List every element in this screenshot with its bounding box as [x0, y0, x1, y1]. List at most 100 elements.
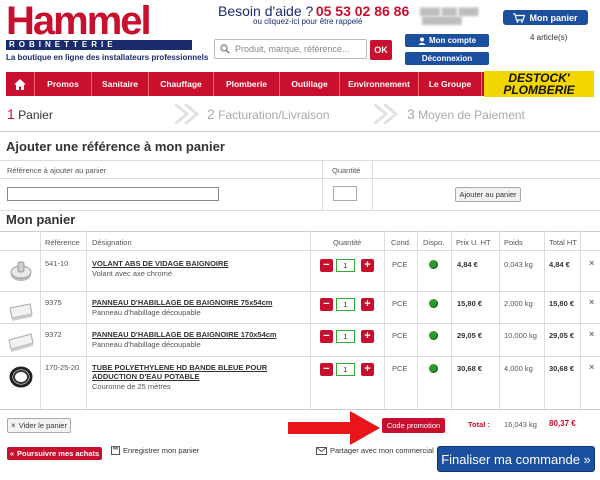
delete-item-icon[interactable]: ×	[589, 297, 594, 307]
account-button[interactable]: Mon compte	[405, 34, 489, 47]
qty-input[interactable]: 1	[336, 363, 355, 376]
divider	[0, 160, 600, 161]
save-icon	[111, 446, 120, 455]
step-billing: 2 Facturation/Livraison	[207, 106, 330, 122]
product-total: 29,05 €	[549, 331, 575, 340]
nav-item-environnement[interactable]: Environnement	[340, 72, 419, 96]
product-desc: Volant avec axe chromé	[92, 269, 173, 278]
save-cart-label: Enregistrer mon panier	[123, 446, 200, 455]
search-box[interactable]	[214, 39, 367, 59]
cart-button-label: Mon panier	[529, 12, 578, 23]
cart-icon	[513, 12, 526, 23]
step-separator-icon	[175, 104, 200, 124]
divider	[0, 231, 600, 232]
step-cart: 1 Panier	[7, 106, 53, 122]
continue-shopping-label: Poursuivre mes achats	[17, 449, 100, 458]
reference-input[interactable]	[7, 187, 219, 201]
qty-increase-button[interactable]: +	[361, 363, 374, 376]
stock-status-icon	[429, 331, 438, 340]
search-button[interactable]: OK	[370, 40, 392, 60]
product-name-link[interactable]: PANNEAU D'HABILLAGE DE BAIGNOIRE 75x54cm	[92, 298, 292, 307]
delete-item-icon[interactable]: ×	[589, 258, 594, 268]
col-header-designation: Désignation	[92, 238, 132, 247]
product-image[interactable]	[8, 298, 34, 324]
product-name-link[interactable]: VOLANT ABS DE VIDAGE BAIGNOIRE	[92, 259, 292, 268]
add-to-cart-button[interactable]: Ajouter au panier	[455, 187, 521, 202]
qty-decrease-button[interactable]: −	[320, 330, 333, 343]
product-name-line2: ADDUCTION D'EAU POTABLE	[92, 372, 200, 381]
nav-item-plomberie[interactable]: Plomberie	[214, 72, 280, 96]
redacted-user-id: ████████	[422, 18, 462, 25]
product-unit-price: 30,68 €	[457, 364, 483, 373]
product-ref: 170-25-20	[45, 363, 80, 372]
total-label: Total :	[468, 420, 490, 429]
qty-decrease-button[interactable]: −	[320, 259, 333, 272]
step-separator-icon	[374, 104, 399, 124]
product-cond: PCE	[392, 364, 408, 373]
divider	[322, 160, 323, 210]
divider	[0, 178, 600, 179]
qty-input[interactable]: 1	[336, 259, 355, 272]
nav-home[interactable]	[6, 72, 35, 96]
qty-increase-button[interactable]: +	[361, 330, 374, 343]
nav-item-chauffage[interactable]: Chauffage	[149, 72, 214, 96]
save-cart-link[interactable]: Enregistrer mon panier	[111, 446, 199, 455]
double-chevron-left-icon: «	[9, 449, 15, 458]
qty-input[interactable]: 1	[336, 298, 355, 311]
divider	[0, 210, 600, 211]
cart-item-count: 4 article(s)	[530, 33, 568, 42]
qty-increase-button[interactable]: +	[361, 298, 374, 311]
share-cart-label: Partager avec mon commercial	[330, 446, 434, 455]
account-button-label: Mon compte	[428, 36, 477, 45]
product-image[interactable]	[8, 329, 34, 355]
product-name-link[interactable]: PANNEAU D'HABILLAGE DE BAIGNOIRE 170x54c…	[92, 330, 292, 339]
share-cart-link[interactable]: Partager avec mon commercial	[316, 446, 434, 455]
product-image[interactable]	[8, 259, 34, 285]
destock-banner[interactable]: DESTOCK' PLOMBERIE	[484, 71, 594, 97]
close-icon: ×	[11, 421, 16, 430]
qty-increase-button[interactable]: +	[361, 259, 374, 272]
col-header-price: Prix U. HT	[456, 238, 491, 247]
product-image[interactable]	[8, 364, 34, 390]
nav-item-sanitaire[interactable]: Sanitaire	[92, 72, 149, 96]
stock-status-icon	[429, 364, 438, 373]
col-header-ref: Référence	[45, 238, 80, 247]
delete-item-icon[interactable]: ×	[589, 362, 594, 372]
nav-item-promos[interactable]: Promos	[35, 72, 92, 96]
checkout-button[interactable]: Finaliser ma commande »	[437, 446, 595, 472]
redacted-user-name: ████ ███ ████	[420, 9, 479, 16]
divider	[0, 131, 600, 132]
ref-label: Référence à ajouter au panier	[7, 166, 107, 175]
qty-decrease-button[interactable]: −	[320, 298, 333, 311]
nav-item-groupe[interactable]: Le Groupe	[419, 72, 482, 96]
promo-code-button[interactable]: Code promotion	[382, 418, 445, 433]
product-ref: 9375	[45, 298, 62, 307]
search-input[interactable]	[235, 40, 363, 58]
product-total: 15,80 €	[549, 299, 575, 308]
user-icon	[418, 37, 426, 45]
col-header-weight: Poids	[504, 238, 523, 247]
logo-wordmark: Hammel	[6, 0, 152, 43]
nav-item-outillage[interactable]: Outillage	[280, 72, 340, 96]
delete-item-icon[interactable]: ×	[589, 329, 594, 339]
logout-button[interactable]: Déconnexion	[405, 52, 489, 65]
col-header-dispo: Dispo.	[423, 238, 445, 247]
logout-button-label: Déconnexion	[421, 54, 473, 63]
continue-shopping-button[interactable]: « Poursuivre mes achats	[7, 447, 102, 460]
qty-decrease-button[interactable]: −	[320, 363, 333, 376]
logo[interactable]: Hammel ROBINETTERIE	[6, 0, 206, 50]
qty-input[interactable]: 1	[336, 330, 355, 343]
product-ref: 9372	[45, 330, 62, 339]
product-total: 4,84 €	[549, 260, 570, 269]
add-quantity-input[interactable]	[333, 186, 357, 201]
product-unit-price: 29,05 €	[457, 331, 483, 340]
empty-cart-button[interactable]: × Vider le panier	[7, 418, 71, 433]
product-cond: PCE	[392, 299, 408, 308]
site-tagline: La boutique en ligne des installateurs p…	[6, 53, 209, 62]
callback-link[interactable]: ou cliquez-ici pour être rappelé	[253, 17, 362, 26]
product-unit-price: 15,80 €	[457, 299, 483, 308]
col-header-total: Total HT	[549, 238, 577, 247]
cart-button[interactable]: Mon panier	[503, 10, 588, 25]
product-name-link[interactable]: TUBE POLYETHYLENE HD BANDE BLEUE POUR AD…	[92, 363, 292, 381]
product-weight: 10,000 kg	[504, 331, 537, 340]
